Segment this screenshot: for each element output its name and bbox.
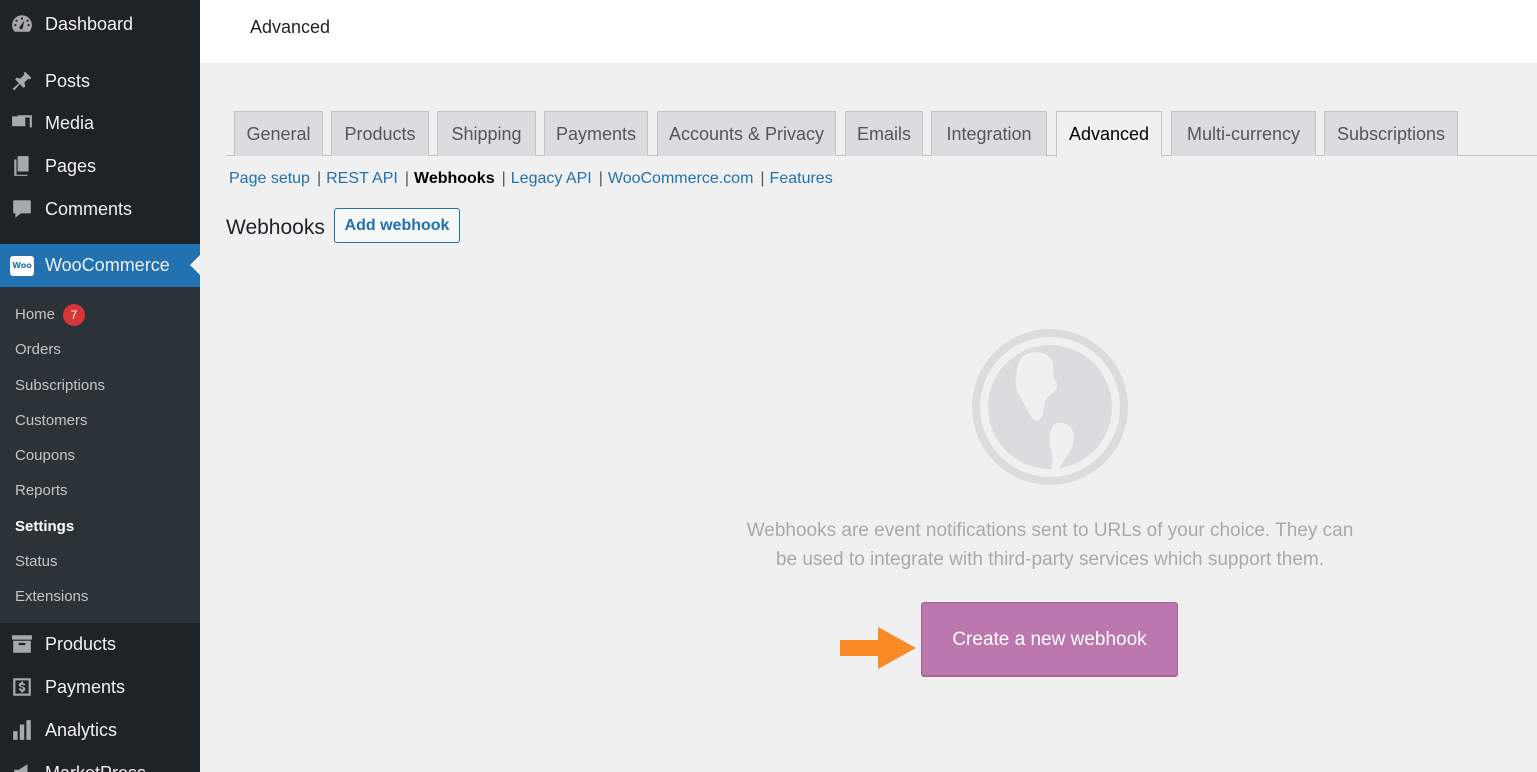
menu-label: MarketPress — [45, 763, 146, 772]
create-webhook-button[interactable]: Create a new webhook — [921, 602, 1178, 677]
page-header: Advanced — [200, 0, 1537, 63]
menu-item-comments[interactable]: Comments — [0, 188, 200, 230]
notification-badge: 7 — [63, 303, 86, 326]
menu-label: WooCommerce — [45, 255, 170, 275]
submenu-item-reports[interactable]: Reports — [15, 473, 68, 508]
menu-item-pages[interactable]: Pages — [0, 145, 200, 187]
separator: | — [760, 170, 765, 187]
submenu-item-subscriptions[interactable]: Subscriptions — [15, 368, 105, 403]
submenu-item-customers[interactable]: Customers — [15, 403, 88, 438]
woocommerce-icon: Woo — [10, 254, 34, 278]
menu-item-media[interactable]: Media — [0, 102, 200, 144]
megaphone-icon — [10, 761, 34, 772]
menu-label: Pages — [45, 155, 97, 176]
menu-label: Posts — [45, 70, 91, 91]
tab-integration[interactable]: Integration — [931, 111, 1047, 156]
separator: | — [501, 170, 506, 187]
tab-payments[interactable]: Payments — [544, 111, 648, 156]
sublink-page-setup[interactable]: Page setup — [229, 170, 310, 187]
tab-emails[interactable]: Emails — [845, 111, 923, 156]
menu-item-dashboard[interactable]: Dashboard — [0, 3, 200, 45]
page-title: Advanced — [250, 17, 331, 37]
menu-label: Products — [45, 633, 117, 654]
menu-item-posts[interactable]: Posts — [0, 60, 200, 102]
menu-item-woocommerce[interactable]: Woo WooCommerce — [0, 244, 200, 287]
menu-item-products[interactable]: Products — [0, 623, 200, 665]
sublink-features[interactable]: Features — [770, 170, 833, 187]
menu-label: Media — [45, 112, 95, 133]
menu-label: Payments — [45, 676, 126, 697]
dashboard-icon — [10, 12, 34, 36]
tab-accounts-privacy[interactable]: Accounts & Privacy — [657, 111, 836, 156]
submenu-item-orders[interactable]: Orders — [15, 332, 61, 367]
woocommerce-submenu: Home 7 Orders Subscriptions Customers Co… — [0, 287, 200, 623]
tab-general[interactable]: General — [234, 111, 323, 156]
menu-item-analytics[interactable]: Analytics — [0, 709, 200, 751]
submenu-label: Home — [15, 306, 56, 323]
archive-icon — [10, 632, 34, 656]
menu-label: Analytics — [45, 719, 118, 740]
menu-label: Comments — [45, 198, 133, 219]
menu-item-marketing[interactable]: MarketPress — [0, 752, 200, 772]
separator: | — [404, 170, 409, 187]
sublink-rest-api[interactable]: REST API — [326, 170, 398, 187]
sublink-webhooks[interactable]: Webhooks — [414, 170, 495, 187]
tab-products[interactable]: Products — [331, 111, 429, 156]
menu-item-payments[interactable]: Payments — [0, 666, 200, 708]
section-title: Webhooks — [226, 216, 325, 239]
submenu-item-extensions[interactable]: Extensions — [15, 579, 88, 614]
tab-shipping[interactable]: Shipping — [437, 111, 536, 156]
arrow-pointer-icon — [840, 627, 916, 669]
submenu-item-status[interactable]: Status — [15, 544, 58, 579]
comment-icon — [10, 197, 34, 221]
tab-multi-currency[interactable]: Multi-currency — [1171, 111, 1316, 156]
tab-advanced[interactable]: Advanced — [1056, 111, 1162, 157]
globe-icon — [972, 329, 1128, 485]
media-icon — [10, 111, 34, 135]
separator: | — [598, 170, 603, 187]
separator: | — [316, 170, 322, 187]
woo-logo-text: Woo — [10, 255, 34, 276]
pin-icon — [10, 69, 34, 93]
admin-sidebar: Dashboard Posts Media Pages Comments Woo… — [0, 0, 200, 772]
add-webhook-button[interactable]: Add webhook — [334, 208, 460, 243]
menu-label: Dashboard — [45, 13, 134, 34]
tab-subscriptions[interactable]: Subscriptions — [1324, 111, 1458, 156]
pages-icon — [10, 154, 34, 178]
empty-state-message: Webhooks are event notifications sent to… — [746, 520, 1354, 570]
dollar-icon — [10, 675, 34, 699]
sublink-woocommerce-com[interactable]: WooCommerce.com — [608, 170, 754, 187]
settings-tabs: General Products Shipping Payments Accou… — [226, 111, 1537, 157]
advanced-section-links: Page setup | REST API | Webhooks | Legacy API |… — [229, 170, 833, 188]
submenu-item-home[interactable]: Home 7 — [15, 297, 86, 332]
chart-bar-icon — [10, 718, 34, 742]
submenu-item-settings[interactable]: Settings — [15, 509, 74, 544]
sublink-legacy-api[interactable]: Legacy API — [511, 170, 592, 187]
submenu-item-coupons[interactable]: Coupons — [15, 438, 75, 473]
